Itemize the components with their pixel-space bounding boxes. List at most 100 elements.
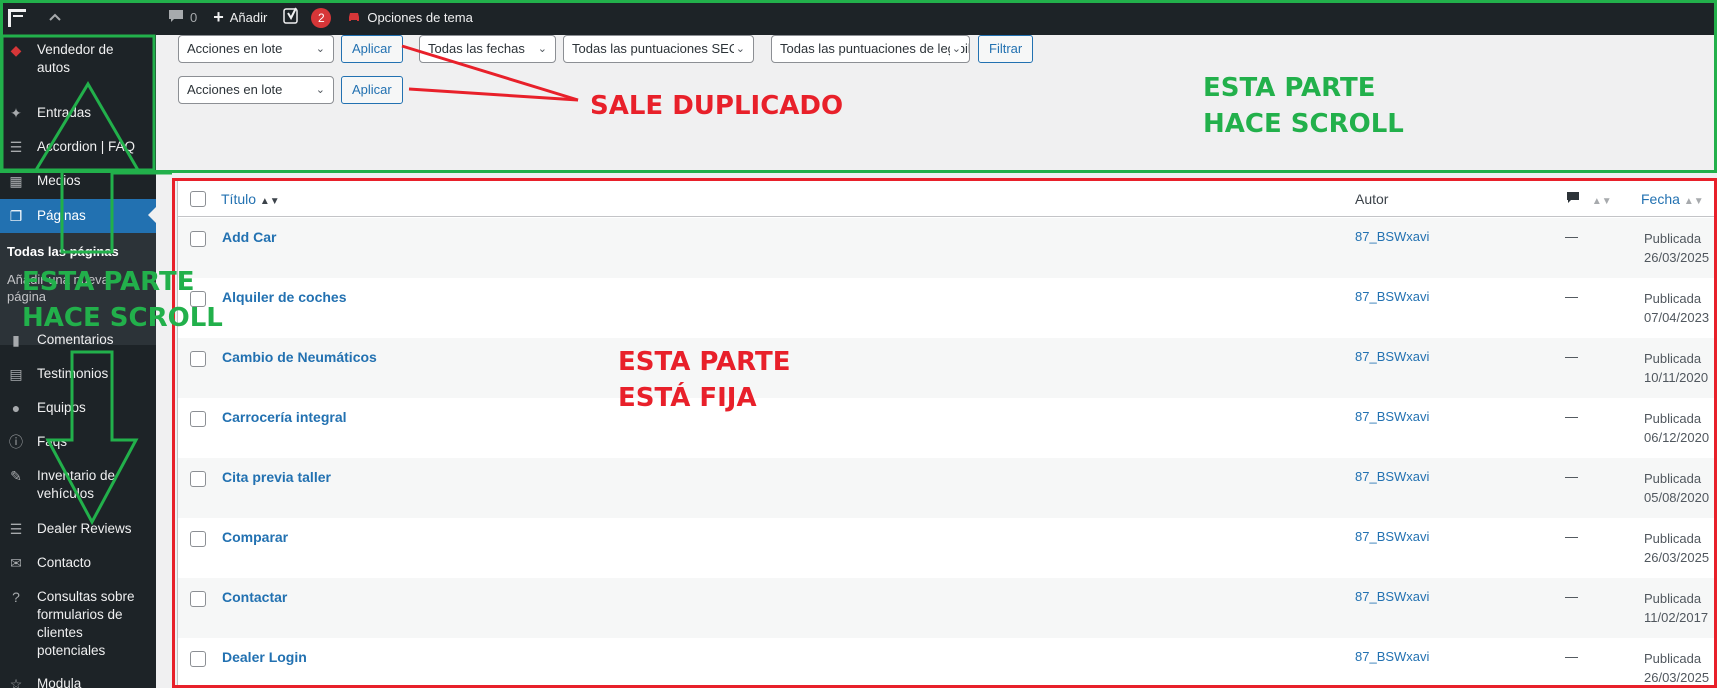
author-link[interactable]: 87_BSWxavi bbox=[1355, 289, 1429, 304]
author-link[interactable]: 87_BSWxavi bbox=[1355, 529, 1429, 544]
accordion-icon: ☰ bbox=[9, 139, 23, 155]
add-new-label: Añadir bbox=[229, 10, 268, 25]
page-title-link[interactable]: Cambio de Neumáticos bbox=[222, 349, 377, 365]
date-cell: Publicada 05/08/2020 bbox=[1644, 471, 1710, 505]
select-all-checkbox[interactable] bbox=[190, 191, 206, 207]
sidebar-item-posts[interactable]: ✦ Entradas bbox=[0, 104, 156, 122]
sidebar-item-label: Contacto bbox=[37, 555, 92, 570]
testimonial-icon: ▤ bbox=[9, 366, 23, 382]
date-filter-select[interactable]: Todas las fechas ⌄ bbox=[419, 35, 556, 63]
page-title-link[interactable]: Dealer Login bbox=[222, 649, 307, 665]
table-row: Dealer Login 87_BSWxavi — Publicada 26/03… bbox=[178, 638, 1716, 687]
inventory-icon: ✎ bbox=[10, 468, 22, 484]
wp-logo-icon[interactable] bbox=[0, 0, 40, 35]
sidebar-item-modula[interactable]: ☆ Modula bbox=[0, 675, 156, 688]
comments-menu[interactable]: 0 bbox=[160, 0, 205, 35]
table-row: Comparar 87_BSWxavi — Publicada 26/03/202… bbox=[178, 518, 1716, 578]
comment-count: — bbox=[1565, 289, 1578, 304]
row-checkbox[interactable] bbox=[190, 591, 206, 607]
row-checkbox[interactable] bbox=[190, 351, 206, 367]
sidebar-item-teams[interactable]: ● Equipos bbox=[0, 399, 156, 417]
theme-options-menu[interactable]: Opciones de tema bbox=[339, 0, 481, 35]
row-checkbox[interactable] bbox=[190, 411, 206, 427]
page-title-link[interactable]: Carrocería integral bbox=[222, 409, 347, 425]
page-title-link[interactable]: Alquiler de coches bbox=[222, 289, 346, 305]
apply-button[interactable]: Aplicar bbox=[341, 35, 403, 63]
page-title-link[interactable]: Comparar bbox=[222, 529, 288, 545]
comment-count: — bbox=[1565, 529, 1578, 544]
page-title-link[interactable]: Contactar bbox=[222, 589, 287, 605]
row-checkbox[interactable] bbox=[190, 231, 206, 247]
author-link[interactable]: 87_BSWxavi bbox=[1355, 229, 1429, 244]
date-column-header[interactable]: Fecha ▲▼ bbox=[1641, 181, 1704, 220]
row-checkbox[interactable] bbox=[190, 291, 206, 307]
sidebar-item-label: Testimonios bbox=[37, 366, 109, 381]
sidebar-item-dealer-reviews[interactable]: ☰ Dealer Reviews bbox=[0, 520, 156, 538]
add-new-menu[interactable]: + Añadir bbox=[205, 0, 275, 35]
seo-score-select[interactable]: Todas las puntuaciones SEO ⌄ bbox=[563, 35, 754, 63]
readability-score-select[interactable]: Todas las puntuaciones de legibilidad⌄ bbox=[771, 35, 970, 63]
sidebar-item-label: Inventario de vehículos bbox=[37, 468, 116, 501]
pages-submenu: Todas las páginas Añadir una nueva págin… bbox=[0, 233, 156, 345]
sidebar-item-faqs[interactable]: ⓘ Faqs bbox=[0, 433, 156, 451]
row-checkbox[interactable] bbox=[190, 651, 206, 667]
sidebar-item-testimonials[interactable]: ▤ Testimonios bbox=[0, 365, 156, 383]
bulk-actions-select-duplicate[interactable]: Acciones en lote ⌄ bbox=[178, 76, 334, 104]
table-header: Título ▲▼ Autor ▲▼ Fecha ▲▼ bbox=[178, 181, 1716, 217]
author-link[interactable]: 87_BSWxavi bbox=[1355, 409, 1429, 424]
sidebar-item-label: Entradas bbox=[37, 105, 92, 120]
comment-count: — bbox=[1565, 409, 1578, 424]
sidebar-item-pages[interactable]: ❐ Páginas bbox=[0, 199, 156, 233]
author-link[interactable]: 87_BSWxavi bbox=[1355, 649, 1429, 664]
title-column-header[interactable]: Título ▲▼ bbox=[221, 181, 280, 220]
author-link[interactable]: 87_BSWxavi bbox=[1355, 469, 1429, 484]
sidebar-item-label: Equipos bbox=[37, 400, 86, 415]
sidebar-item-label: Dealer Reviews bbox=[37, 521, 132, 536]
site-name-icon[interactable] bbox=[40, 0, 160, 35]
table-row: Contactar 87_BSWxavi — Publicada 11/02/20… bbox=[178, 578, 1716, 638]
table-row: Alquiler de coches 87_BSWxavi — Publicad… bbox=[178, 278, 1716, 338]
sidebar-item-comments[interactable]: ▮ Comentarios bbox=[0, 331, 156, 349]
sidebar-item-label: Faqs bbox=[37, 434, 68, 449]
sidebar-item-contact[interactable]: ✉ Contacto bbox=[0, 554, 156, 572]
comment-count: — bbox=[1565, 229, 1578, 244]
submenu-add-new-page[interactable]: Añadir una nueva página bbox=[7, 271, 127, 305]
sidebar-item-media[interactable]: ▦ Medios bbox=[0, 172, 156, 190]
comment-count: — bbox=[1565, 469, 1578, 484]
filter-button[interactable]: Filtrar bbox=[978, 35, 1034, 63]
author-column-header: Autor bbox=[1355, 191, 1389, 207]
yoast-menu[interactable]: 2 bbox=[275, 0, 339, 35]
comment-count: — bbox=[1565, 649, 1578, 664]
submenu-all-pages[interactable]: Todas las páginas bbox=[7, 243, 119, 260]
sidebar-item-label: Modula bbox=[37, 676, 82, 688]
sort-icon: ▲▼ bbox=[1591, 196, 1612, 207]
row-checkbox[interactable] bbox=[190, 531, 206, 547]
sidebar-item-accordion[interactable]: ☰ Accordion | FAQ bbox=[0, 138, 156, 156]
chevron-down-icon: ⌄ bbox=[949, 36, 961, 62]
sidebar-item-inventory[interactable]: ✎ Inventario de vehículos bbox=[0, 467, 156, 503]
reviews-icon: ☰ bbox=[9, 521, 23, 537]
sort-icon: ▲▼ bbox=[259, 196, 280, 207]
apply-button-duplicate[interactable]: Aplicar bbox=[341, 76, 403, 104]
sidebar-item-label: Comentarios bbox=[37, 332, 114, 347]
row-checkbox[interactable] bbox=[190, 471, 206, 487]
table-row: Add Car 87_BSWxavi — Publicada 26/03/2025 bbox=[178, 218, 1716, 278]
date-cell: Publicada 26/03/2025 bbox=[1644, 231, 1710, 265]
pages-table: Título ▲▼ Autor ▲▼ Fecha ▲▼ Add Car 87_B… bbox=[177, 180, 1717, 688]
wp-admin-screen: 0 + Añadir 2 Opciones de tema ◆ Vendedor… bbox=[0, 0, 1717, 688]
sidebar-item-car-dealer[interactable]: ◆ Vendedor de autos bbox=[0, 41, 156, 77]
bulk-actions-select[interactable]: Acciones en lote ⌄ bbox=[178, 35, 334, 63]
chevron-down-icon: ⌄ bbox=[315, 43, 325, 55]
admin-sidebar: ◆ Vendedor de autos ✦ Entradas ☰ Accordi… bbox=[0, 35, 156, 688]
author-link[interactable]: 87_BSWxavi bbox=[1355, 349, 1429, 364]
page-title-link[interactable]: Cita previa taller bbox=[222, 469, 331, 485]
sidebar-item-label: Vendedor de autos bbox=[37, 42, 114, 75]
page-title-link[interactable]: Add Car bbox=[222, 229, 276, 245]
sidebar-item-lead-forms[interactable]: ? Consultas sobre formularios de cliente… bbox=[0, 588, 156, 660]
admin-bar: 0 + Añadir 2 Opciones de tema bbox=[0, 0, 1717, 35]
team-icon: ● bbox=[11, 400, 21, 416]
comments-column-header[interactable]: ▲▼ bbox=[1566, 181, 1612, 220]
author-link[interactable]: 87_BSWxavi bbox=[1355, 589, 1429, 604]
plus-icon: + bbox=[213, 7, 224, 27]
yoast-notification-badge: 2 bbox=[311, 7, 332, 28]
